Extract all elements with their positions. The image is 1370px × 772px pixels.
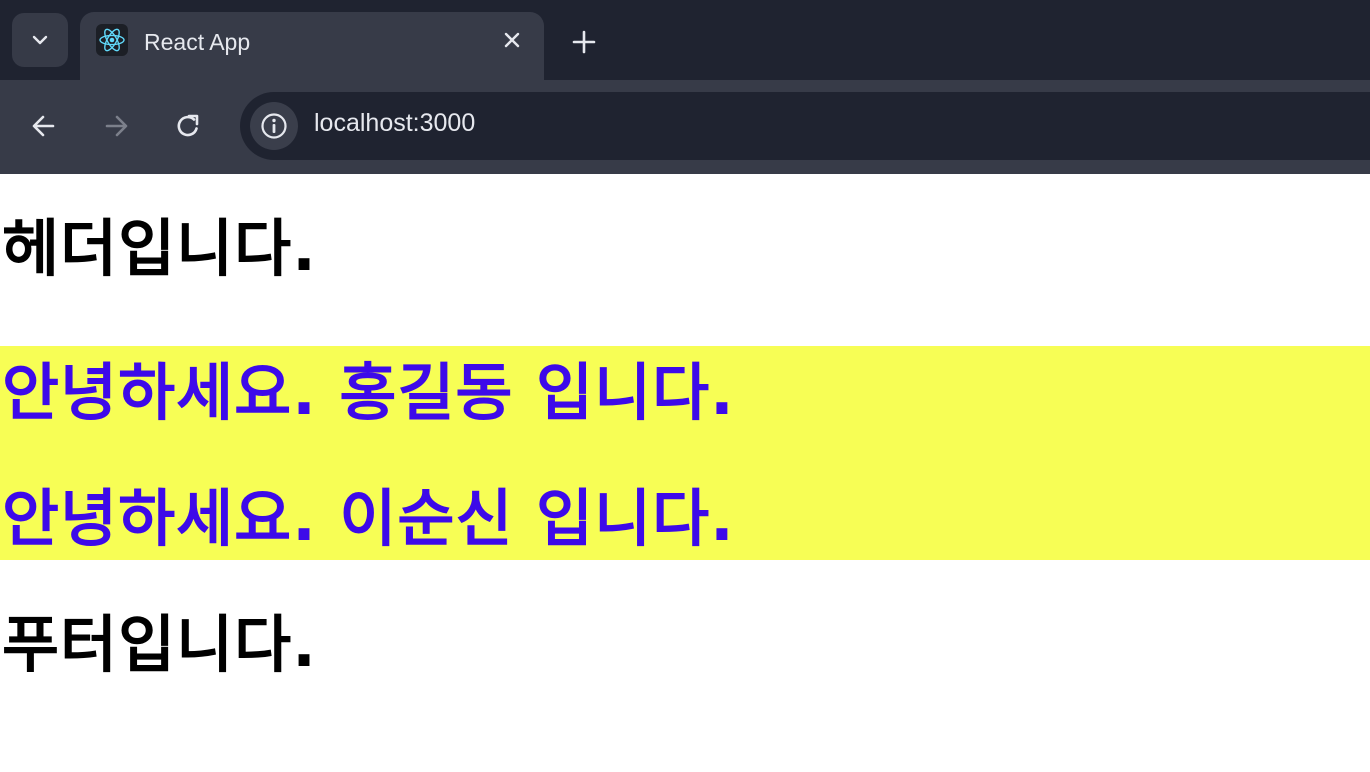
react-logo-icon bbox=[96, 24, 128, 56]
browser-tabstrip: React App bbox=[0, 0, 1370, 80]
tab-search-button[interactable] bbox=[12, 13, 68, 67]
greeting-text: 안녕하세요. 홍길동 입니다. bbox=[2, 356, 735, 429]
reload-icon bbox=[177, 114, 199, 137]
new-tab-button[interactable] bbox=[566, 24, 602, 60]
plus-icon bbox=[572, 30, 596, 54]
tab-react-app[interactable]: React App bbox=[80, 12, 544, 80]
address-bar[interactable]: localhost:3000 bbox=[240, 92, 1370, 160]
close-icon bbox=[504, 32, 520, 48]
browser-toolbar: localhost:3000 bbox=[0, 80, 1370, 174]
back-button[interactable] bbox=[24, 106, 64, 146]
greeting-text: 안녕하세요. 이순신 입니다. bbox=[2, 482, 735, 555]
chevron-down-icon bbox=[32, 35, 48, 45]
site-info-button[interactable] bbox=[250, 102, 298, 150]
forward-button[interactable] bbox=[96, 106, 136, 146]
page-footer-text: 푸터입니다. bbox=[2, 608, 317, 681]
greeting-section: 안녕하세요. 홍길동 입니다. 안녕하세요. 이순신 입니다. bbox=[0, 346, 1370, 560]
page-content: 헤더입니다. 안녕하세요. 홍길동 입니다. 안녕하세요. 이순신 입니다. 푸… bbox=[0, 174, 1370, 772]
page-header-text: 헤더입니다. bbox=[2, 212, 317, 285]
reload-button[interactable] bbox=[168, 106, 208, 146]
info-icon bbox=[261, 113, 287, 139]
arrow-right-icon bbox=[105, 115, 128, 137]
arrow-left-icon bbox=[32, 115, 55, 137]
tab-close-button[interactable] bbox=[498, 26, 526, 54]
url-text[interactable]: localhost:3000 bbox=[314, 109, 475, 138]
tab-title: React App bbox=[144, 29, 251, 55]
